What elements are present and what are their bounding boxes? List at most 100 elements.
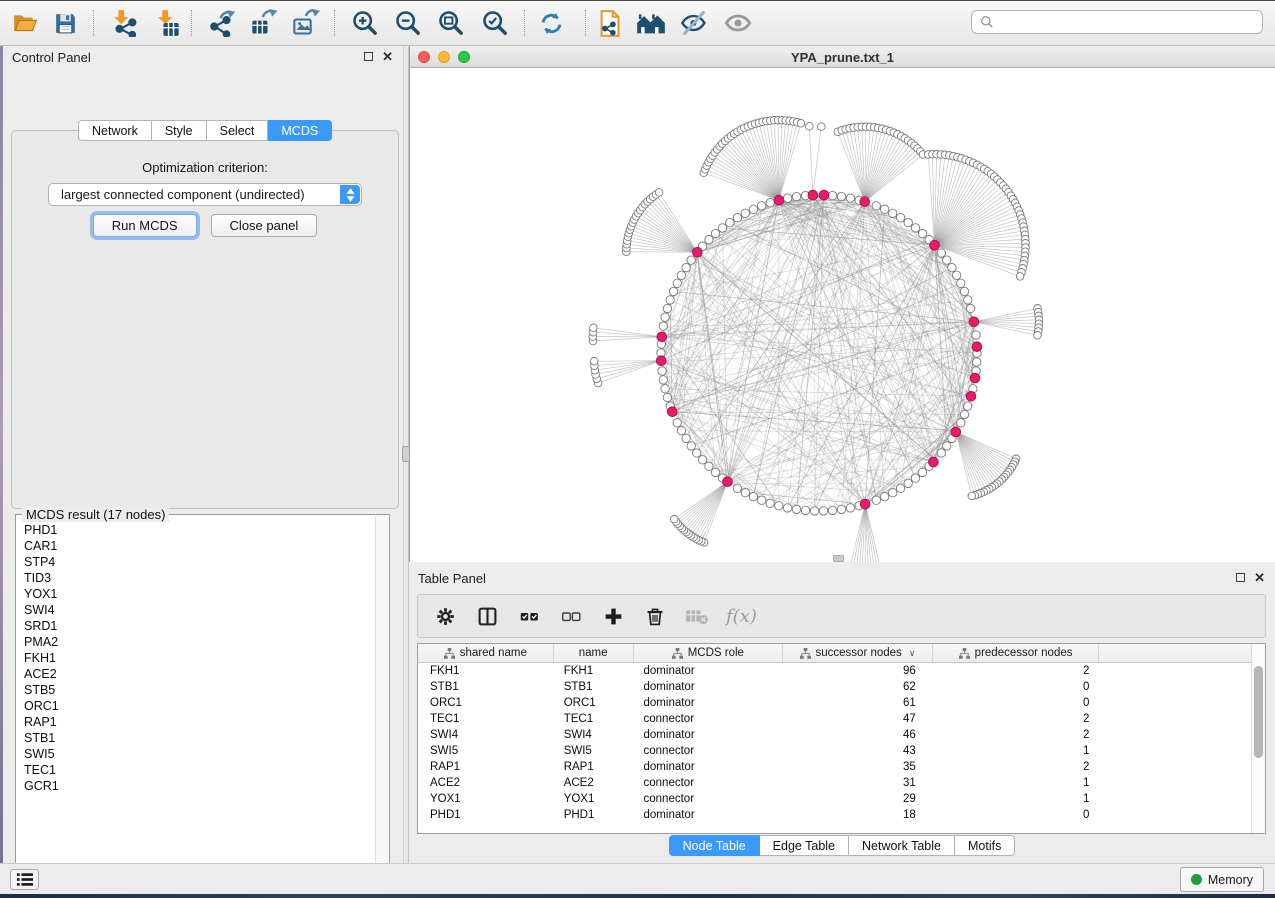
delete-table-button[interactable] — [684, 603, 710, 629]
graph-node[interactable] — [880, 493, 888, 501]
tab-edge-table[interactable]: Edge Table — [760, 835, 849, 856]
graph-node[interactable] — [846, 194, 854, 202]
delete-column-button[interactable] — [642, 603, 668, 629]
select-all-button[interactable] — [516, 603, 542, 629]
graph-node[interactable] — [960, 287, 968, 295]
close-panel-icon[interactable]: ✕ — [382, 51, 393, 62]
graph-mcds-node[interactable] — [929, 457, 939, 467]
table-row[interactable]: SWI4SWI4dominator462 — [418, 727, 1265, 743]
graph-node[interactable] — [749, 205, 757, 213]
graph-node[interactable] — [911, 474, 919, 482]
graph-node[interactable] — [698, 456, 706, 464]
mcds-result-item[interactable]: CAR1 — [24, 538, 375, 554]
graph-node[interactable] — [693, 449, 701, 457]
graph-leaf-node[interactable] — [655, 189, 663, 197]
export-network-button[interactable] — [206, 7, 240, 39]
graph-node[interactable] — [937, 249, 945, 257]
graph-node[interactable] — [775, 502, 783, 510]
graph-leaf-node[interactable] — [968, 492, 976, 500]
search-input[interactable] — [994, 14, 1254, 30]
graph-node[interactable] — [911, 224, 919, 232]
graph-node[interactable] — [828, 191, 836, 199]
mcds-result-item[interactable]: PMA2 — [24, 634, 375, 650]
graph-node[interactable] — [952, 271, 960, 279]
graph-node[interactable] — [758, 202, 766, 210]
graph-node[interactable] — [661, 385, 669, 393]
table-row[interactable]: ACE2ACE2connector311 — [418, 775, 1265, 791]
graph-node[interactable] — [846, 504, 854, 512]
graph-mcds-node[interactable] — [860, 197, 870, 207]
column-header-successor-nodes[interactable]: successor nodes∨ — [783, 644, 933, 662]
table-row[interactable]: YOX1YOX1connector291 — [418, 791, 1265, 807]
graph-node[interactable] — [837, 505, 845, 513]
run-mcds-button[interactable]: Run MCDS — [93, 214, 197, 237]
graph-node[interactable] — [957, 279, 965, 287]
table-scrollbar[interactable] — [1251, 644, 1265, 833]
graph-node[interactable] — [663, 393, 671, 401]
tab-node-table[interactable]: Node Table — [669, 835, 760, 856]
export-image-button[interactable] — [289, 7, 323, 39]
graph-node[interactable] — [948, 263, 956, 271]
graph-mcds-node[interactable] — [970, 373, 980, 383]
tab-motifs[interactable]: Motifs — [955, 835, 1015, 856]
graph-node[interactable] — [758, 496, 766, 504]
graph-node[interactable] — [880, 205, 888, 213]
graph-leaf-node[interactable] — [670, 515, 678, 523]
mcds-result-item[interactable]: FKH1 — [24, 650, 375, 666]
graph-node[interactable] — [889, 489, 897, 497]
mcds-result-item[interactable]: ACE2 — [24, 666, 375, 682]
graph-node[interactable] — [957, 419, 965, 427]
graph-node[interactable] — [904, 479, 912, 487]
column-chooser-button[interactable] — [474, 603, 500, 629]
zoom-in-button[interactable] — [348, 7, 382, 39]
graph-node[interactable] — [819, 507, 827, 515]
close-panel-icon[interactable]: ✕ — [1254, 572, 1265, 583]
tab-network-table[interactable]: Network Table — [849, 835, 955, 856]
graph-node[interactable] — [687, 256, 695, 264]
mcds-result-item[interactable]: TID3 — [24, 570, 375, 586]
network-window-titlebar[interactable]: YPA_prune.txt_1 — [409, 46, 1275, 68]
graph-node[interactable] — [658, 367, 666, 375]
show-log-button[interactable] — [10, 869, 39, 890]
mcds-result-item[interactable]: TEC1 — [24, 762, 375, 778]
tab-network[interactable]: Network — [78, 120, 152, 141]
graph-node[interactable] — [837, 192, 845, 200]
graph-node[interactable] — [828, 506, 836, 514]
optimization-criterion-select[interactable]: largest connected component (undirected) — [48, 183, 362, 206]
column-header-MCDS-role[interactable]: MCDS role — [634, 644, 784, 662]
graph-node[interactable] — [733, 484, 741, 492]
graph-node[interactable] — [673, 279, 681, 287]
mcds-result-item[interactable]: RAP1 — [24, 714, 375, 730]
mcds-result-item[interactable]: SWI5 — [24, 746, 375, 762]
mcds-result-item[interactable]: YOX1 — [24, 586, 375, 602]
graph-node[interactable] — [896, 484, 904, 492]
graph-mcds-node[interactable] — [966, 392, 976, 402]
search-box[interactable] — [971, 10, 1263, 34]
graph-node[interactable] — [669, 287, 677, 295]
graph-node[interactable] — [810, 507, 818, 515]
graph-node[interactable] — [663, 304, 671, 312]
graph-node[interactable] — [792, 505, 800, 513]
graph-node[interactable] — [682, 263, 690, 271]
graph-mcds-node[interactable] — [656, 356, 666, 366]
graph-node[interactable] — [705, 236, 713, 244]
graph-leaf-node[interactable] — [797, 120, 805, 128]
column-header-name[interactable]: name — [554, 644, 634, 662]
graph-node[interactable] — [687, 442, 695, 450]
graph-node[interactable] — [749, 493, 757, 501]
graph-node[interactable] — [711, 468, 719, 476]
graph-node[interactable] — [918, 229, 926, 237]
open-file-button[interactable] — [8, 7, 42, 39]
graph-node[interactable] — [666, 296, 674, 304]
graph-node[interactable] — [741, 489, 749, 497]
table-row[interactable]: ORC1ORC1dominator610 — [418, 695, 1265, 711]
graph-node[interactable] — [766, 199, 774, 207]
export-table-button[interactable] — [247, 7, 281, 39]
graph-node[interactable] — [677, 271, 685, 279]
zoom-selected-button[interactable] — [478, 7, 512, 39]
create-column-button[interactable] — [600, 603, 626, 629]
graph-node[interactable] — [705, 462, 713, 470]
mcds-result-item[interactable]: STB5 — [24, 682, 375, 698]
graph-node[interactable] — [659, 322, 667, 330]
graph-node[interactable] — [659, 376, 667, 384]
